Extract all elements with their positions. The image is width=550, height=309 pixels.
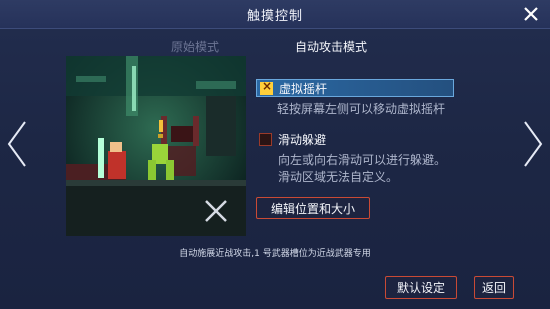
close-icon[interactable] xyxy=(522,5,540,23)
virtual-joystick-checkbox[interactable] xyxy=(260,79,273,95)
edit-position-size-button[interactable]: 编辑位置和大小 xyxy=(256,197,370,219)
chevron-right-icon[interactable] xyxy=(519,118,547,170)
footer-note: 自动施展近战攻击,1 号武器槽位为近战武器专用 xyxy=(179,249,371,259)
mode-tabs: 原始模式 自动攻击模式 xyxy=(0,38,550,56)
dialog-title: 触摸控制 xyxy=(246,8,303,24)
virtual-joystick-label: 虚拟摇杆 xyxy=(279,81,328,96)
swipe-dodge-description: 向左或向右滑动可以进行躲避。 滑动区域无法自定义。 xyxy=(278,152,518,186)
tab-auto-attack-mode[interactable]: 自动攻击模式 xyxy=(295,38,367,55)
chevron-left-icon[interactable] xyxy=(3,118,31,170)
virtual-joystick-option[interactable]: 虚拟摇杆 xyxy=(256,79,454,97)
swipe-dodge-description-line: 向左或向右滑动可以进行躲避。 xyxy=(278,153,447,167)
restore-defaults-button[interactable]: 默认设定 xyxy=(385,276,457,299)
swipe-dodge-option[interactable]: 滑动躲避 xyxy=(259,131,326,148)
back-button[interactable]: 返回 xyxy=(474,276,514,299)
preview-scene xyxy=(66,56,246,236)
gameplay-preview-image xyxy=(66,56,246,236)
tab-manual-mode[interactable]: 原始模式 xyxy=(171,38,219,55)
virtual-joystick-description: 轻按屏幕左侧可以移动虚拟摇杆 xyxy=(277,102,446,116)
swipe-dodge-description-line: 滑动区域无法自定义。 xyxy=(278,170,399,184)
swipe-dodge-checkbox[interactable] xyxy=(259,133,272,146)
title-bar: 触摸控制 xyxy=(0,0,550,29)
swipe-dodge-label: 滑动躲避 xyxy=(278,133,327,147)
